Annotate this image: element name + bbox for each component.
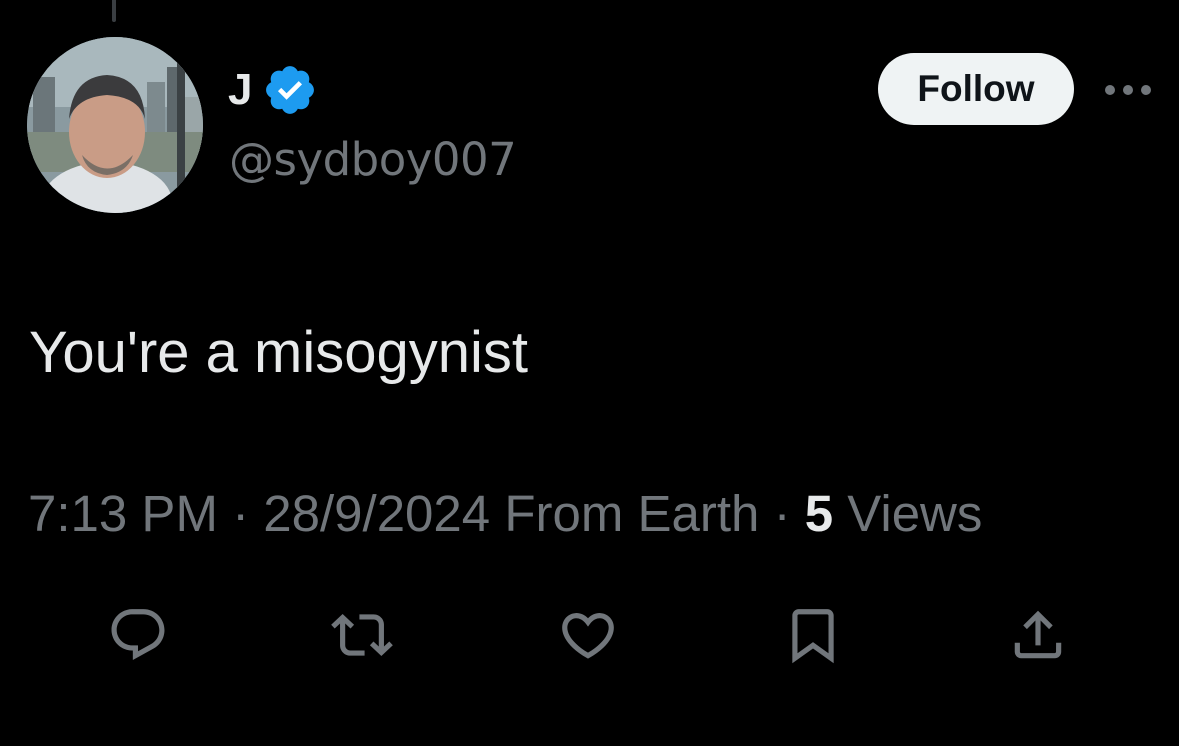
reply-button[interactable] <box>103 600 173 670</box>
more-options-button[interactable] <box>1100 70 1156 110</box>
bookmark-icon <box>792 609 834 664</box>
meta-separator: · <box>232 485 250 542</box>
retweet-button[interactable] <box>327 600 397 670</box>
profile-photo <box>27 37 203 213</box>
heart-icon <box>562 613 614 659</box>
tweet-meta: 7:13 PM · 28/9/2024 From Earth · 5 Views <box>28 482 982 546</box>
verified-badge-icon[interactable] <box>262 62 318 118</box>
more-horizontal-icon <box>1105 85 1151 95</box>
tweet-text: You're a misogynist <box>29 320 528 385</box>
follow-button[interactable]: Follow <box>878 53 1074 125</box>
thread-connector-line <box>112 0 116 22</box>
author-handle[interactable]: @sydboy007 <box>229 132 517 188</box>
tweet-time[interactable]: 7:13 PM <box>28 485 218 542</box>
bookmark-button[interactable] <box>778 600 848 670</box>
retweet-icon <box>331 614 393 656</box>
meta-separator: · <box>773 485 791 542</box>
author-name-row[interactable]: J <box>228 62 318 118</box>
share-button[interactable] <box>1003 600 1073 670</box>
author-display-name[interactable]: J <box>228 63 252 117</box>
like-button[interactable] <box>553 600 623 670</box>
avatar[interactable] <box>27 37 203 213</box>
reply-icon <box>111 609 165 661</box>
tweet-action-bar <box>0 600 1179 670</box>
views-count: 5 <box>804 485 834 542</box>
tweet-date[interactable]: 28/9/2024 <box>263 485 490 542</box>
share-icon <box>1014 610 1062 659</box>
views-label: Views <box>847 485 983 542</box>
tweet-source: From Earth <box>504 485 760 542</box>
